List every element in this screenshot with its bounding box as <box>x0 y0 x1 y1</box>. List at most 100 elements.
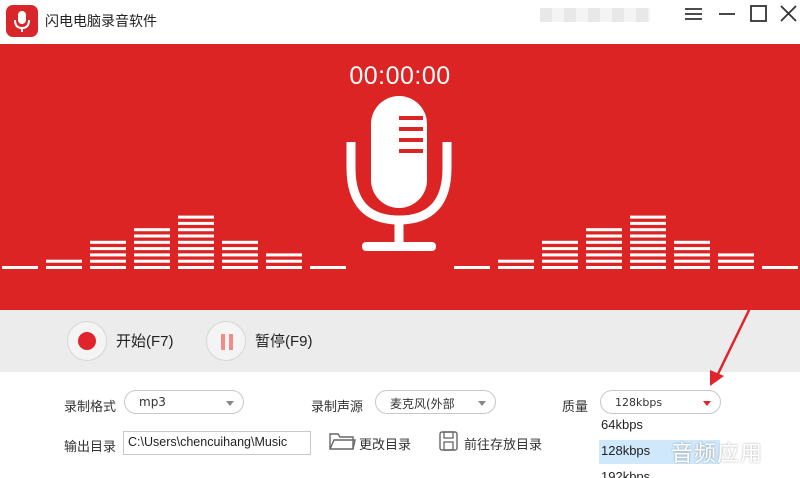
format-label: 录制格式 <box>64 400 117 415</box>
level-segment <box>178 259 214 263</box>
level-segment <box>454 266 490 269</box>
level-segment <box>178 240 214 244</box>
quality-label: 质量 <box>562 400 589 415</box>
level-segment <box>90 253 126 257</box>
level-segment <box>674 247 710 251</box>
level-segment <box>90 266 126 269</box>
level-segment <box>222 247 258 251</box>
level-segment <box>134 253 170 257</box>
level-segment <box>586 247 622 251</box>
level-bar <box>542 240 578 269</box>
level-segment <box>222 240 258 244</box>
start-record-button[interactable] <box>67 321 107 361</box>
level-segment <box>630 215 666 219</box>
level-segment <box>718 253 754 257</box>
start-label[interactable]: 开始(F7) <box>116 330 174 351</box>
level-segment <box>178 221 214 225</box>
level-segment <box>46 266 82 269</box>
level-segment <box>266 266 302 269</box>
level-segment <box>630 228 666 232</box>
source-label: 录制声源 <box>311 400 364 415</box>
app-logo-icon <box>6 5 38 37</box>
output-label: 输出目录 <box>64 440 117 455</box>
level-bar <box>310 266 346 269</box>
level-segment <box>630 247 666 251</box>
level-segment <box>718 266 754 269</box>
output-path-field[interactable]: C:\Users\chencuihang\Music <box>123 431 311 455</box>
save-folder-icon <box>439 431 458 451</box>
level-segment <box>178 247 214 251</box>
level-bar <box>178 215 214 269</box>
level-segment <box>178 215 214 219</box>
level-segment <box>222 259 258 263</box>
level-segment <box>134 259 170 263</box>
pause-button[interactable] <box>206 321 246 361</box>
open-dir-button[interactable]: 前往存放目录 <box>438 430 548 454</box>
level-segment <box>134 240 170 244</box>
level-segment <box>222 253 258 257</box>
level-segment <box>542 259 578 263</box>
level-segment <box>2 266 38 269</box>
hamburger-icon <box>685 8 702 20</box>
level-bar <box>630 215 666 269</box>
level-bar <box>46 259 82 269</box>
level-bar <box>222 240 258 269</box>
level-bar <box>586 228 622 269</box>
chevron-down-icon <box>478 401 486 406</box>
level-meter <box>2 215 798 269</box>
quality-option[interactable]: 64kbps <box>599 414 720 438</box>
pause-label[interactable]: 暂停(F9) <box>255 330 313 351</box>
level-segment <box>90 259 126 263</box>
minimize-button[interactable] <box>713 3 741 25</box>
level-segment <box>586 228 622 232</box>
level-bar <box>498 259 534 269</box>
level-bar <box>2 266 38 269</box>
chevron-down-icon <box>703 401 711 406</box>
level-segment <box>222 266 258 269</box>
level-segment <box>542 240 578 244</box>
level-bar <box>674 240 710 269</box>
close-button[interactable] <box>774 3 800 25</box>
level-segment <box>630 259 666 263</box>
level-segment <box>498 266 534 269</box>
open-dir-label: 前往存放目录 <box>464 438 543 453</box>
level-segment <box>266 259 302 263</box>
quality-value: 128kbps <box>615 396 663 409</box>
annotation-arrow-icon <box>710 303 754 386</box>
level-segment <box>498 259 534 263</box>
maximize-button[interactable] <box>744 3 772 25</box>
level-bar <box>266 253 302 269</box>
minimize-icon <box>719 13 735 15</box>
level-segment <box>134 266 170 269</box>
quality-select[interactable]: 128kbps <box>600 390 721 414</box>
folder-icon <box>329 433 356 450</box>
level-segment <box>718 259 754 263</box>
level-segment <box>586 266 622 269</box>
format-select[interactable]: mp3 <box>124 390 244 414</box>
level-segment <box>542 253 578 257</box>
watermark-text: 音频应用 <box>671 442 764 467</box>
source-value: 麦克风(外部 <box>390 397 455 411</box>
level-segment <box>674 253 710 257</box>
level-segment <box>134 228 170 232</box>
level-segment <box>178 228 214 232</box>
level-segment <box>90 240 126 244</box>
record-icon <box>78 332 96 350</box>
source-select[interactable]: 麦克风(外部 <box>375 390 496 414</box>
level-segment <box>266 253 302 257</box>
title-bar: 闪电电脑录音软件 <box>0 0 800 44</box>
level-segment <box>90 247 126 251</box>
level-segment <box>630 221 666 225</box>
close-icon <box>780 5 797 22</box>
menu-button[interactable] <box>680 3 708 25</box>
level-segment <box>762 266 798 269</box>
change-dir-button[interactable]: 更改目录 <box>328 430 418 454</box>
control-strip: 开始(F7) 暂停(F9) <box>0 310 800 372</box>
level-segment <box>630 240 666 244</box>
level-segment <box>178 253 214 257</box>
level-segment <box>178 266 214 269</box>
level-segment <box>542 266 578 269</box>
level-segment <box>674 240 710 244</box>
level-segment <box>630 253 666 257</box>
level-segment <box>310 266 346 269</box>
